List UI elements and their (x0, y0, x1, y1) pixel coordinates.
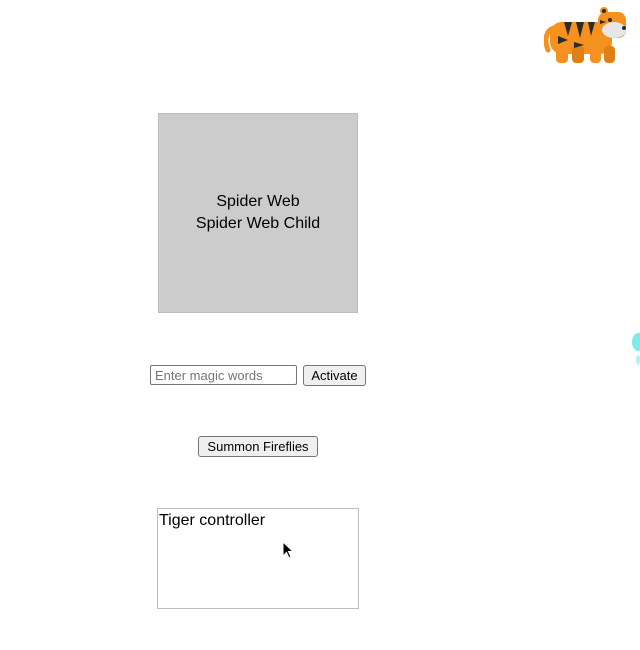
spider-web-label: Spider Web (216, 193, 300, 210)
tiger-controller-label: Tiger controller (159, 512, 266, 529)
magic-words-input[interactable] (150, 365, 297, 385)
activate-button[interactable]: Activate (303, 365, 366, 386)
firefly-icon (632, 333, 640, 365)
summon-fireflies-button[interactable]: Summon Fireflies (198, 436, 318, 457)
page: Spider Web Spider Web Child Activate Sum… (0, 0, 640, 650)
mouse-pointer-icon (282, 541, 294, 559)
spider-web-child[interactable]: Spider Web Child (196, 213, 320, 235)
tiger-icon[interactable] (544, 6, 628, 66)
spider-web[interactable]: Spider Web Spider Web Child (158, 113, 358, 313)
tiger-controller[interactable]: Tiger controller (157, 508, 359, 609)
